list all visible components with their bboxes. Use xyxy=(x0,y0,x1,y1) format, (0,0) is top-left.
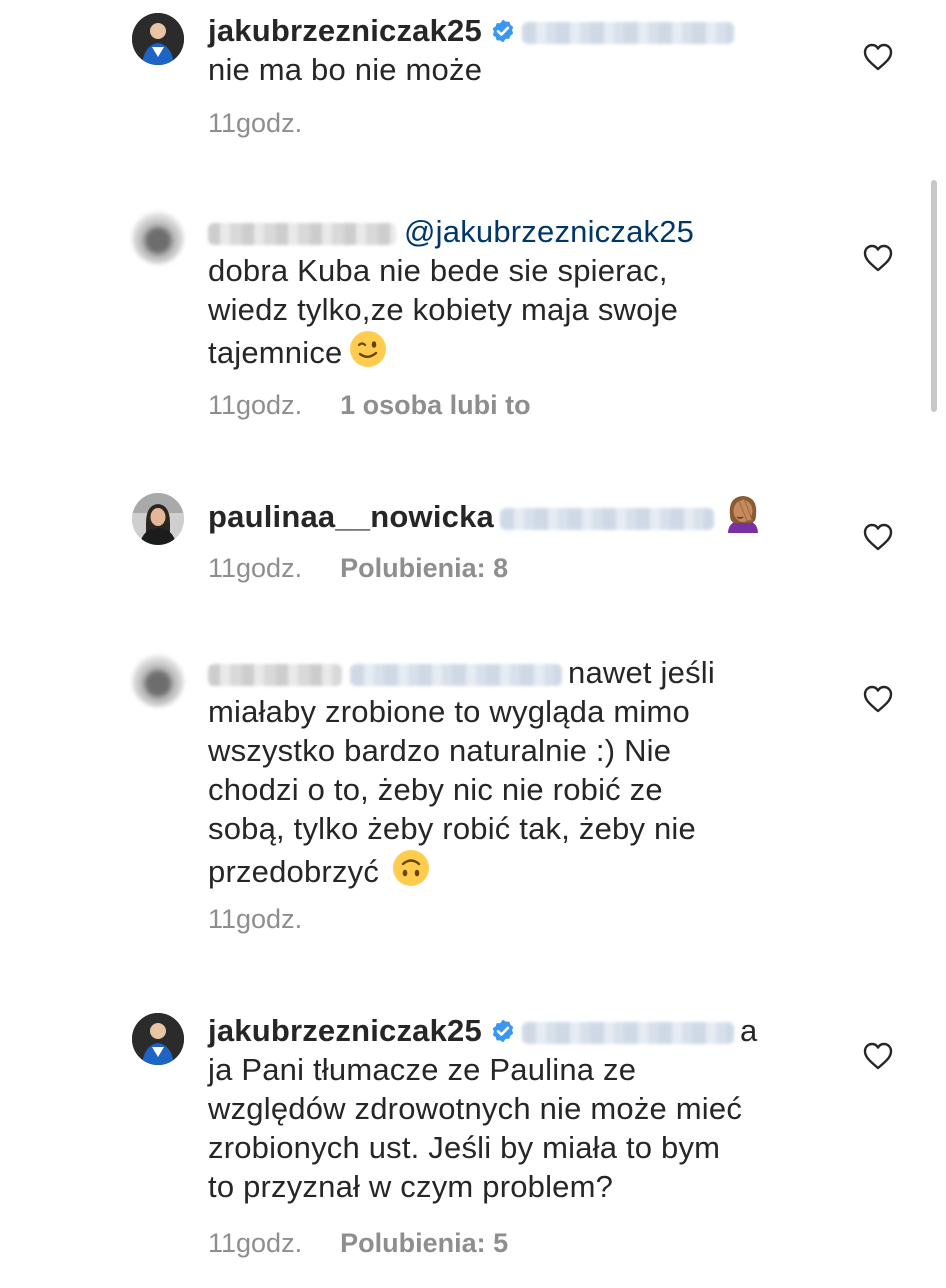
comment-body: jakubrzezniczak25 nie ma bo nie może xyxy=(208,11,828,89)
comment-body: @jakubrzezniczak25 dobra Kuba nie bede s… xyxy=(208,212,828,372)
comment-meta: 11godz. Polubienia: 5 xyxy=(208,1228,508,1258)
heart-outline-icon xyxy=(863,1042,893,1070)
upside-down-face-emoji xyxy=(393,850,430,886)
blurred-mention xyxy=(499,507,714,530)
avatar-photo xyxy=(132,1013,184,1065)
avatar-photo xyxy=(132,13,184,65)
like-button[interactable] xyxy=(862,1041,894,1071)
avatar[interactable] xyxy=(132,655,184,707)
comment-text: nawet jeśli xyxy=(568,655,715,690)
username[interactable]: jakubrzezniczak25 xyxy=(208,1013,482,1048)
comment-text: chodzi o to, żeby nic nie robić ze xyxy=(208,772,663,807)
comment-text: wiedz tylko,ze kobiety maja swoje xyxy=(208,292,679,327)
comment-time: 11godz. xyxy=(208,904,303,934)
comment-body: nawet jeśli miałaby zrobione to wygląda … xyxy=(208,653,828,891)
comment-text: miałaby zrobione to wygląda mimo xyxy=(208,694,690,729)
comment-text: ja Pani tłumacze ze Paulina ze xyxy=(208,1052,637,1087)
comment-time: 11godz. xyxy=(208,108,303,138)
comment-body: jakubrzezniczak25 a ja Pani tłumacze ze P… xyxy=(208,1011,828,1206)
comment-text: wszystko bardzo naturalnie :) Nie xyxy=(208,733,672,768)
comment-text: dobra Kuba nie bede sie spierac, xyxy=(208,253,668,288)
comment-text: przedobrzyć xyxy=(208,854,380,889)
heart-outline-icon xyxy=(863,43,893,71)
comment-meta: 11godz. xyxy=(208,108,302,138)
comment-text: to przyznał w czym problem? xyxy=(208,1169,614,1204)
winking-face-emoji xyxy=(350,331,387,367)
comment-text: względów zdrowotnych nie może mieć xyxy=(208,1091,743,1126)
comment-time: 11godz. xyxy=(208,1228,303,1258)
verified-badge-icon xyxy=(492,1019,514,1043)
heart-outline-icon xyxy=(863,523,893,551)
comment-meta: 11godz. xyxy=(208,904,302,934)
avatar-photo xyxy=(132,493,184,545)
username[interactable]: paulinaa__nowicka xyxy=(208,499,494,534)
scrollbar[interactable] xyxy=(931,180,937,412)
like-button[interactable] xyxy=(862,42,894,72)
blurred-username xyxy=(208,222,396,245)
comment-text: zrobionych ust. Jeśli by miała to bym xyxy=(208,1130,721,1165)
comment-text: tajemnice xyxy=(208,335,343,370)
comment-time: 11godz. xyxy=(208,553,303,583)
like-button[interactable] xyxy=(862,522,894,552)
comment-time: 11godz. xyxy=(208,390,303,420)
mention-link[interactable]: @jakubrzezniczak25 xyxy=(404,214,694,249)
verified-badge-icon xyxy=(492,19,514,43)
avatar[interactable] xyxy=(132,212,184,264)
avatar[interactable] xyxy=(132,1013,184,1065)
comment-text: nie ma bo nie może xyxy=(208,52,483,87)
likes-count[interactable]: Polubienia: 5 xyxy=(340,1228,508,1258)
blurred-mention xyxy=(350,663,562,686)
blurred-mention xyxy=(521,21,734,44)
likes-count[interactable]: 1 osoba lubi to xyxy=(340,390,531,420)
username[interactable]: jakubrzezniczak25 xyxy=(208,13,482,48)
blurred-mention xyxy=(521,1021,734,1044)
comment-text: sobą, tylko żeby robić tak, żeby nie xyxy=(208,811,696,846)
like-button[interactable] xyxy=(862,243,894,273)
avatar[interactable] xyxy=(132,493,184,545)
comment-meta: 11godz. 1 osoba lubi to xyxy=(208,390,531,420)
blurred-username xyxy=(208,663,342,686)
heart-outline-icon xyxy=(863,244,893,272)
likes-count[interactable]: Polubienia: 8 xyxy=(340,553,508,583)
woman-facepalming-emoji xyxy=(727,496,758,533)
heart-outline-icon xyxy=(863,685,893,713)
comment-text: a xyxy=(739,1013,758,1048)
avatar[interactable] xyxy=(132,13,184,65)
comment-meta: 11godz. Polubienia: 8 xyxy=(208,553,508,583)
like-button[interactable] xyxy=(862,684,894,714)
comment-body: paulinaa__nowicka xyxy=(208,491,828,536)
